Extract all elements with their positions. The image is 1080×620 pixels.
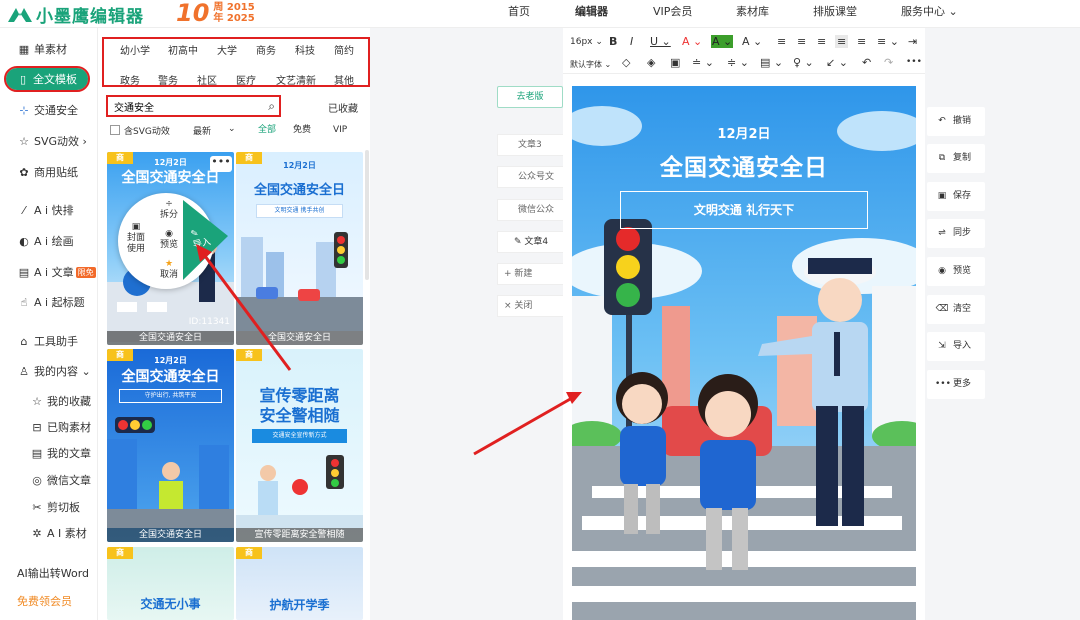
copy-icon: ⧉ (938, 153, 946, 163)
sync-action[interactable]: ⇌ 同步 (927, 219, 985, 248)
eye-icon: ◉ (938, 266, 946, 276)
save-action[interactable]: ▣ 保存 (927, 182, 985, 211)
more-icon: ••• (935, 379, 951, 389)
trash-icon: ⌫ (935, 304, 949, 314)
copy-action[interactable]: ⧉ 复制 (927, 144, 985, 173)
undo-icon: ↶ (938, 116, 946, 126)
annotation-arrows (196, 244, 582, 456)
more-action[interactable]: ••• 更多 (927, 370, 985, 399)
undo-action[interactable]: ↶ 撤销 (927, 107, 985, 136)
save-icon: ▣ (937, 191, 947, 201)
preview-action[interactable]: ◉ 预览 (927, 257, 985, 286)
clear-action[interactable]: ⌫ 清空 (927, 295, 985, 324)
sync-icon: ⇌ (938, 228, 946, 238)
import-icon: ⇲ (938, 341, 946, 351)
import-action[interactable]: ⇲ 导入 (927, 332, 985, 361)
